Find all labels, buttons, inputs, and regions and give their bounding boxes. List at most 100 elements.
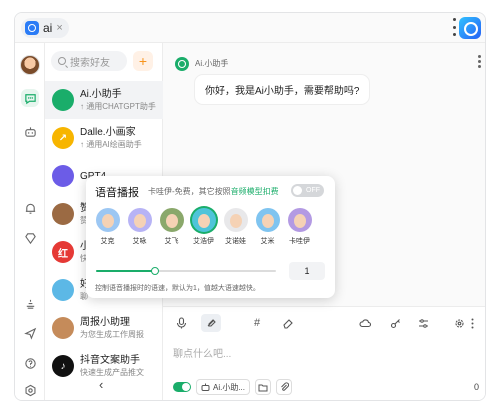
- voice-avatar: [95, 208, 120, 232]
- robot-icon: [201, 383, 210, 391]
- search-icon: [58, 57, 66, 65]
- tab-label: ai: [43, 21, 53, 35]
- voice-options: 艾克 艾咏 艾飞 艾浩伊 艾诺娃 艾米 卡哇伊: [95, 208, 312, 246]
- voice-label: 艾诺娃: [225, 238, 246, 245]
- cloud-icon[interactable]: [357, 315, 373, 331]
- model-selector[interactable]: Ai.小助...: [196, 379, 251, 395]
- avatar: [52, 317, 74, 339]
- tab-ai[interactable]: ai ×: [21, 18, 69, 38]
- collapse-sidebar-icon[interactable]: ‹: [99, 377, 103, 392]
- brand-logo-icon: [459, 17, 481, 39]
- avatar: 红: [52, 241, 74, 263]
- close-icon[interactable]: ×: [56, 22, 62, 34]
- diamond-icon[interactable]: [21, 229, 39, 247]
- contact-subtitle: ↑ 通用AI绘画助手: [80, 140, 142, 149]
- voice-option[interactable]: 卡哇伊: [287, 208, 312, 246]
- contact-item[interactable]: ♪ 抖音文案助手 快速生成产品推文: [45, 347, 163, 385]
- voice-avatar: [287, 208, 312, 232]
- settings-icon[interactable]: [21, 381, 39, 399]
- contact-text: 周报小助理为您生成工作周报: [80, 316, 144, 340]
- avatar: [52, 89, 74, 111]
- search-input[interactable]: 搜索好友: [51, 51, 127, 71]
- voice-label: 艾米: [260, 238, 275, 245]
- hint-text: 卡哇伊-免费，其它按照: [148, 187, 231, 196]
- title-bar: ai ×: [15, 13, 485, 43]
- voice-label: 艾克: [100, 238, 115, 245]
- contact-text: Ai.小助手 ↑ 通用CHATGPT助手: [80, 88, 156, 112]
- message-bubble: 你好，我是Ai小助手，需要帮助吗?: [195, 75, 370, 104]
- contact-item[interactable]: ↗ Dalle.小画家 ↑ 通用AI绘画助手: [45, 119, 163, 157]
- voice-avatar: [223, 208, 248, 232]
- more-vertical-icon[interactable]: [451, 18, 457, 36]
- popup-title: 语音播报: [95, 187, 139, 199]
- send-icon[interactable]: [21, 324, 39, 342]
- voice-label: 卡哇伊: [289, 238, 310, 245]
- avatar: ↗: [52, 127, 74, 149]
- voice-avatar: [127, 208, 152, 232]
- voice-option[interactable]: 艾飞: [159, 208, 184, 246]
- composer: # 聊点什么吧... Ai.小助... 0: [163, 306, 485, 400]
- contact-text: Dalle.小画家 ↑ 通用AI绘画助手: [80, 126, 142, 150]
- bot-avatar: [175, 57, 189, 71]
- voice-option[interactable]: 艾诺娃: [223, 208, 248, 246]
- slider-handle[interactable]: [151, 267, 160, 275]
- bell-icon[interactable]: [21, 199, 39, 217]
- avatar: ♪: [52, 355, 74, 377]
- model-label: Ai.小助...: [213, 382, 246, 392]
- voice-toggle[interactable]: OFF: [291, 184, 324, 197]
- context-toggle[interactable]: [173, 382, 191, 392]
- contact-item[interactable]: 周报小助理为您生成工作周报: [45, 309, 163, 347]
- key-icon[interactable]: [387, 315, 403, 331]
- voice-option[interactable]: 艾咏: [127, 208, 152, 246]
- add-contact-button[interactable]: +: [133, 51, 153, 71]
- contact-subtitle: ↑ 通用CHATGPT助手: [80, 102, 156, 111]
- chat-icon[interactable]: [21, 89, 39, 107]
- composer-footer: Ai.小助...: [173, 379, 293, 395]
- contact-subtitle: 为您生成工作周报: [80, 330, 144, 339]
- speed-input[interactable]: 1: [289, 262, 325, 280]
- voice-avatar: [191, 208, 216, 232]
- popup-hint: 卡哇伊-免费，其它按照音频模型扣费: [148, 186, 279, 197]
- avatar[interactable]: [20, 55, 40, 75]
- folder-button[interactable]: [255, 379, 272, 395]
- voice-broadcast-icon[interactable]: [201, 314, 221, 332]
- voice-broadcast-popup: 语音播报 卡哇伊-免费，其它按照音频模型扣费 OFF 艾克 艾咏 艾飞 艾浩伊 艾诺娃艾…: [86, 176, 335, 298]
- voice-label: 艾飞: [164, 238, 179, 245]
- speed-description: 控制语音播报时的语速，默认为1，值越大语速越快。: [95, 285, 260, 292]
- eraser-icon[interactable]: [279, 315, 295, 331]
- voice-option[interactable]: 艾克: [95, 208, 120, 246]
- avatar: [52, 203, 74, 225]
- billing-link[interactable]: 音频模型扣费: [231, 187, 279, 196]
- mic-icon[interactable]: [173, 315, 189, 331]
- more-icon[interactable]: [469, 315, 475, 331]
- slider-fill: [96, 270, 156, 272]
- voice-label: 艾浩伊: [193, 238, 214, 245]
- avatar: [52, 279, 74, 301]
- contact-subtitle: 快速生成产品推文: [80, 368, 144, 377]
- voice-label: 艾咏: [132, 238, 147, 245]
- voice-option[interactable]: 艾浩伊: [191, 208, 216, 246]
- app-logo-icon: [25, 21, 39, 35]
- icon-rail: [15, 43, 45, 400]
- contact-name: Dalle.小画家: [80, 127, 136, 138]
- char-count: 0: [473, 382, 479, 392]
- contact-name: 周报小助理: [80, 317, 130, 328]
- hashtag-icon[interactable]: #: [249, 315, 265, 331]
- more-icon[interactable]: [478, 55, 481, 68]
- attach-button[interactable]: [276, 379, 293, 395]
- speed-slider[interactable]: [96, 267, 276, 275]
- contact-name: 抖音文案助手: [80, 355, 140, 366]
- contact-name: Ai.小助手: [80, 89, 122, 100]
- voice-avatar: [255, 208, 280, 232]
- sliders-icon[interactable]: [415, 315, 431, 331]
- contact-item[interactable]: Ai.小助手 ↑ 通用CHATGPT助手: [45, 81, 163, 119]
- toggle-label: OFF: [306, 187, 320, 194]
- gear-icon[interactable]: [451, 315, 467, 331]
- help-icon[interactable]: [21, 354, 39, 372]
- message-input[interactable]: 聊点什么吧...: [173, 345, 231, 360]
- voice-option[interactable]: 艾米: [255, 208, 280, 246]
- folder-icon: [258, 384, 268, 391]
- lamp-icon[interactable]: [21, 295, 39, 313]
- robot-icon[interactable]: [21, 123, 39, 141]
- avatar: [52, 165, 74, 187]
